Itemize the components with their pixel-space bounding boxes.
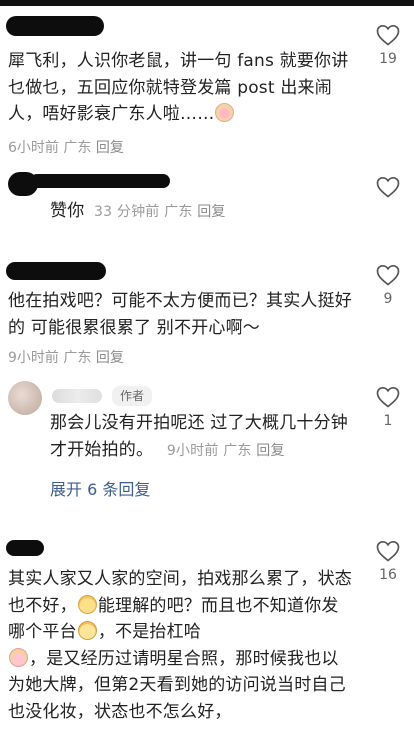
comment-location: 广东 — [164, 204, 193, 220]
reply-text-line: 赞你 33 分钟前 广东 回复 — [50, 198, 226, 226]
reply-button[interactable]: 回复 — [96, 350, 124, 366]
comment-time: 9小时前 — [166, 442, 219, 459]
like-button[interactable]: 16 — [368, 540, 408, 583]
expand-replies-button[interactable]: 展开 6 条回复 — [50, 476, 150, 500]
avatar[interactable] — [8, 381, 42, 415]
redacted-username — [6, 540, 44, 556]
comment-meta: 9小时前 广东 回复 — [8, 347, 124, 367]
blurred-username — [52, 389, 102, 403]
comment-location: 广东 — [63, 140, 92, 156]
like-button[interactable] — [368, 176, 408, 203]
comment-text-part-3: ，不是抬杠哈 — [97, 622, 202, 642]
comment-location: 广东 — [223, 442, 252, 459]
comment-time: 9小时前 — [8, 350, 59, 366]
comment-text-body: 犀飞利，人识你老鼠，讲一句 fans 就要你讲乜做乜，五回应你就特登发篇 pos… — [8, 51, 349, 124]
like-button[interactable]: 1 — [368, 386, 408, 429]
comment-text: 赞你 — [50, 201, 85, 221]
comment-meta: 33 分钟前 广东 回复 — [94, 204, 226, 220]
smiling-face-emoji — [77, 594, 97, 614]
sweat-smile-emoji — [77, 621, 97, 640]
like-count: 19 — [379, 51, 397, 67]
comment-text-part-4: ，是又经历过请明星合照，那时候我也以为她大牌，但第2天看到她的访问说当时自己也没… — [8, 648, 346, 722]
redacted-username — [6, 16, 104, 36]
like-button[interactable]: 19 — [368, 24, 408, 67]
reply-button[interactable]: 回复 — [197, 204, 225, 220]
top-edge-bar — [0, 0, 414, 6]
heart-icon — [376, 540, 400, 562]
author-badge: 作者 — [112, 386, 153, 406]
like-count: 9 — [383, 291, 393, 307]
comment-meta: 9小时前 广东 回复 — [167, 443, 285, 459]
comment-text: 那会儿没有开拍呢还 过了大概几十分钟才开始拍的。 9小时前 广东 回复 — [50, 410, 355, 464]
heart-icon — [376, 264, 400, 286]
redacted-username — [6, 262, 106, 280]
comment-text: 他在拍戏吧？可能不太方便而已？其实人挺好的 可能很累很累了 别不开心啊～ — [8, 291, 352, 338]
comment-text: 其实人家又人家的空间，拍戏那么累了，状态也不好， 能理解的吧？而且也不知道你发哪个… — [8, 566, 353, 725]
heart-icon — [376, 24, 400, 46]
comment-time: 33 分钟前 — [94, 204, 160, 220]
like-count: 1 — [383, 413, 393, 429]
like-count: 16 — [379, 567, 397, 583]
redacted-username-bar — [30, 174, 170, 188]
comment-meta: 6小时前 广东 回复 — [8, 137, 124, 157]
heart-icon — [376, 386, 400, 408]
like-button[interactable]: 9 — [368, 264, 408, 307]
crying-face-emoji — [9, 647, 28, 667]
reply-button[interactable]: 回复 — [96, 140, 124, 156]
reply-button[interactable]: 回复 — [256, 443, 284, 459]
crying-face-emoji — [215, 103, 235, 122]
comment-location: 广东 — [63, 350, 92, 366]
heart-icon — [376, 176, 400, 198]
comment-text: 犀飞利，人识你老鼠，讲一句 fans 就要你讲乜做乜，五回应你就特登发篇 pos… — [8, 48, 358, 128]
comment-time: 6小时前 — [8, 140, 59, 156]
